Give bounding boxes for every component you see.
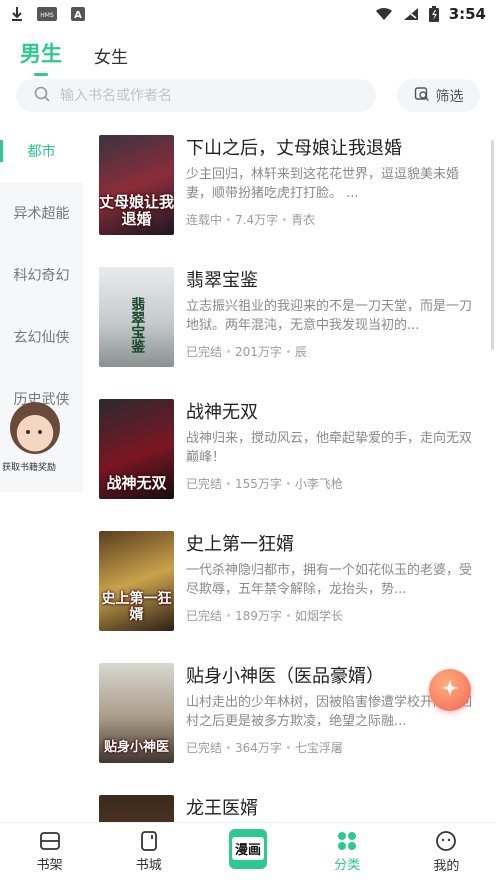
book-author: 青衣 [291,213,316,227]
profile-icon [435,830,457,852]
book-meta: 已完结 189万字 如烟学长 [186,607,478,624]
nav-category[interactable]: 分类 [298,823,397,880]
book-title: 龙王医婿 [186,798,258,819]
book-item[interactable]: 丈母娘让我退婚 下山之后，丈母娘让我退婚 少主回归，林轩来到这花花世界，逗逗貌美… [99,135,484,235]
promo-avatar [10,402,60,454]
book-description: 一代杀神隐归都市，拥有一个如花似玉的老婆，受尽欺辱，五年禁令解除，龙抬头，势..… [186,563,473,597]
filter-button[interactable]: 筛选 [397,79,480,112]
book-word-count: 7.4万字 [235,213,279,227]
status-time: 3:54 [448,5,486,23]
nav-manga[interactable]: 漫画 [198,823,297,880]
search-icon [34,86,50,106]
nav-bookstore-label: 书城 [135,857,162,873]
tab-male[interactable]: 男生 [20,38,62,76]
sidebar-item-xianxia[interactable]: 玄幻仙侠 [0,306,83,368]
sparkle-icon [440,678,460,702]
floating-gift-button[interactable] [429,669,471,711]
book-word-count: 155万字 [235,477,282,491]
nav-bookstore[interactable]: 书城 [99,823,198,880]
search-input[interactable] [60,87,350,104]
battery-icon [428,6,439,22]
book-word-count: 364万字 [235,741,282,755]
book-author: 小李飞枪 [294,477,343,491]
book-status: 已完结 [186,345,223,359]
book-cover: 翡翠宝鉴 [99,267,174,367]
hms-icon: HMS [36,6,58,22]
reward-promo[interactable]: 获取书籍奖励 [2,402,66,478]
book-item[interactable]: 战神无双 战神无双 战神归来，搅动风云，他牵起挚爱的手，走向无双巅峰！ 已完结 1… [99,399,484,499]
category-icon [337,831,357,851]
sidebar-item-supernatural[interactable]: 异术超能 [0,182,83,244]
book-status: 已完结 [186,741,223,755]
cover-title: 贴身小神医 [103,739,169,755]
nav-category-label: 分类 [334,857,361,873]
search-bar[interactable] [16,79,376,112]
book-title: 下山之后，丈母娘让我退婚 [186,138,402,159]
book-meta: 已完结 364万字 七宝浮屠 [186,739,478,756]
nav-manga-label: 漫画 [231,837,264,860]
book-item[interactable]: 翡翠宝鉴 翡翠宝鉴 立志振兴祖业的我迎来的不是一刀天堂，而是一刀地狱。两年混沌，… [99,267,484,367]
download-icon [10,6,24,22]
cover-title: 战神无双 [106,473,167,492]
nav-profile-label: 我的 [433,858,460,874]
book-description: 战神归来，搅动风云，他牵起挚爱的手，走向无双巅峰！ [186,431,473,465]
book-status: 连载中 [186,213,223,227]
book-meta: 已完结 155万字 小李飞枪 [186,475,478,492]
book-word-count: 189万字 [235,609,282,623]
book-status: 已完结 [186,609,223,623]
book-item[interactable]: 贴身小神医 贴身小神医（医品豪婿） 山村走出的少年林树，因被陷害惨遭学校开除，回… [99,663,484,763]
book-title: 翡翠宝鉴 [186,270,258,291]
bottom-nav: 书架 书城 漫画 分类 我的 [0,822,496,880]
book-cover: 战神无双 [99,399,174,499]
book-title: 战神无双 [186,402,258,423]
book-description: 立志振兴祖业的我迎来的不是一刀天堂，而是一刀地狱。两年混沌，无意中我发现当初的.… [186,299,473,333]
book-status: 已完结 [186,477,223,491]
book-cover: 丈母娘让我退婚 [99,135,174,235]
nav-profile[interactable]: 我的 [397,823,496,880]
book-title: 史上第一狂婿 [186,534,294,555]
bookshelf-icon [39,831,61,851]
book-item[interactable]: 史上第一狂婿 史上第一狂婿 一代杀神隐归都市，拥有一个如花似玉的老婆，受尽欺辱，… [99,531,484,631]
gender-tabs: 男生 女生 [20,36,128,76]
hms-icon-label: HMS [40,12,54,19]
book-author: 七宝浮屠 [294,741,343,755]
cover-title: 丈母娘让我退婚 [99,193,174,228]
nav-bookshelf-label: 书架 [36,857,63,873]
status-bar: HMS A 3:54 [0,0,496,28]
signal-icon [403,7,419,21]
book-author: 如烟学长 [294,609,343,623]
book-description: 少主回归，林轩来到这花花世界，逗逗貌美未婚妻，顺带扮猪吃虎打打脸。 ... [186,167,460,201]
tab-female[interactable]: 女生 [94,43,128,76]
book-cover: 史上第一狂婿 [99,531,174,631]
filter-icon [414,86,430,106]
sidebar-item-urban[interactable]: 都市 [0,120,83,182]
scrollbar[interactable] [491,140,494,350]
wifi-icon [375,7,393,21]
book-word-count: 201万字 [235,345,282,359]
nav-bookshelf[interactable]: 书架 [0,823,99,880]
a-icon-label: A [74,10,82,21]
cover-title: 翡翠宝鉴 [129,297,146,353]
book-meta: 已完结 201万字辰 [186,343,478,360]
filter-label: 筛选 [435,88,464,105]
book-cover: 贴身小神医 [99,663,174,763]
book-author: 辰 [294,345,307,359]
sidebar-item-scifi-fantasy[interactable]: 科幻奇幻 [0,244,83,306]
cover-title: 史上第一狂婿 [101,591,172,623]
book-meta: 连载中 7.4万字 青衣 [186,211,478,228]
promo-text: 获取书籍奖励 [2,463,57,473]
bookstore-icon [139,830,159,851]
manga-icon: 漫画 [229,828,267,869]
a-icon: A [70,6,86,22]
